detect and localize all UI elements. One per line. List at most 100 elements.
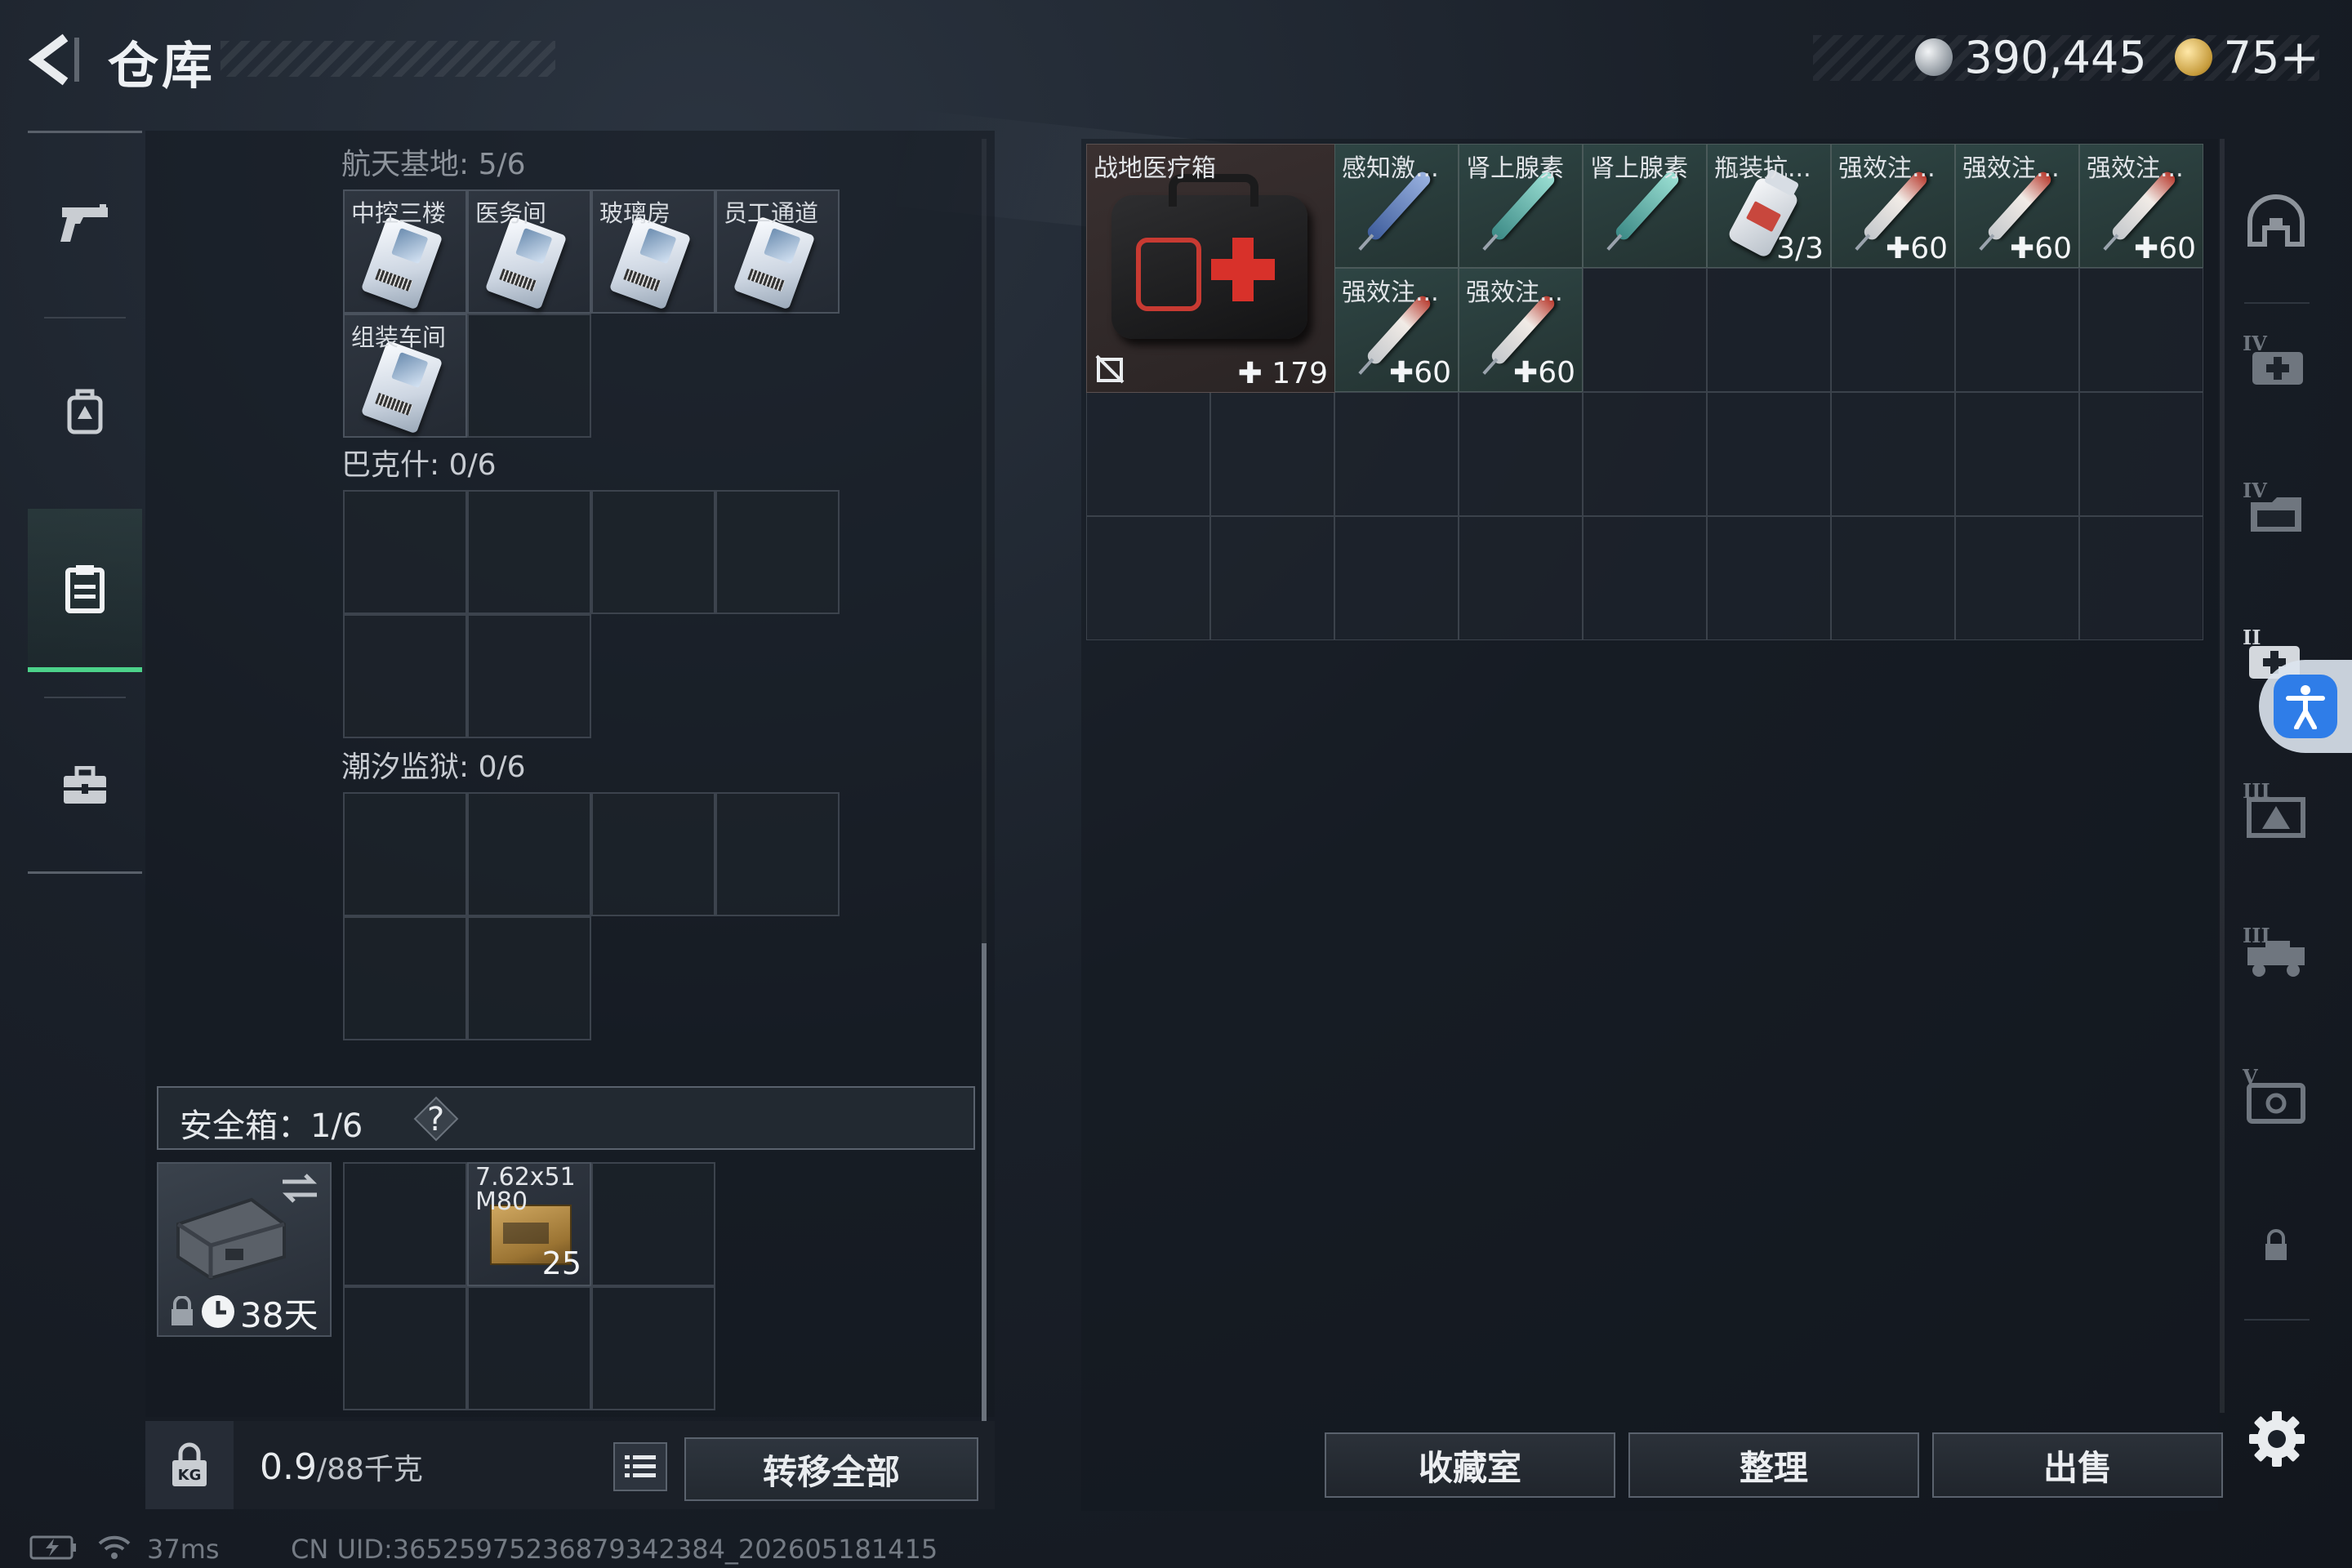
empty-slot[interactable] [1707, 516, 1831, 640]
item-durability-value: 60 [1910, 232, 1948, 265]
safe-box-help-button[interactable]: ? [412, 1094, 461, 1143]
empty-slot[interactable] [467, 916, 591, 1040]
category-medkit-4[interactable]: IV [2239, 323, 2313, 396]
empty-slot[interactable] [715, 490, 840, 614]
empty-slot[interactable] [2079, 392, 2203, 516]
transfer-all-button[interactable]: 转移全部 [684, 1437, 978, 1501]
empty-slot[interactable] [591, 1162, 715, 1286]
category-safe-5[interactable]: V [2239, 1058, 2313, 1131]
sell-button[interactable]: 出售 [1932, 1432, 2223, 1498]
back-arrow-icon [28, 33, 79, 86]
med-item[interactable]: 感知激... [1334, 144, 1459, 268]
item-durability: ✚60 [1513, 356, 1575, 390]
med-item[interactable]: 肾上腺素 [1583, 144, 1707, 268]
med-item[interactable]: 强效注... ✚60 [1955, 144, 2079, 268]
empty-slot[interactable] [1334, 516, 1459, 640]
empty-slot[interactable] [1831, 268, 1955, 392]
empty-slot[interactable] [2079, 516, 2203, 640]
category-folder-4[interactable]: IV [2239, 470, 2313, 543]
empty-slot[interactable] [1210, 392, 1334, 516]
keycard-cell[interactable]: 医务间 [467, 189, 591, 314]
empty-slot[interactable] [591, 792, 715, 916]
keycard-label: 组装车间 [351, 323, 447, 351]
left-nav [28, 131, 142, 874]
back-button[interactable] [24, 31, 82, 88]
empty-slot[interactable] [343, 490, 467, 614]
category-vehicle-3[interactable]: III [2239, 915, 2313, 988]
empty-slot[interactable] [467, 614, 591, 738]
nav-item-gear[interactable] [28, 329, 142, 492]
category-helmet[interactable] [2239, 184, 2313, 257]
empty-slot[interactable] [343, 1286, 467, 1410]
lock-icon [2265, 1229, 2287, 1260]
keycard-cell[interactable]: 玻璃房 [591, 189, 715, 314]
stash-scroll-thumb[interactable] [982, 943, 987, 1421]
svg-text:KG: KG [178, 1467, 202, 1484]
empty-slot[interactable] [467, 792, 591, 916]
empty-slot[interactable] [1459, 516, 1583, 640]
empty-slot[interactable] [1831, 392, 1955, 516]
settings-button[interactable] [2244, 1406, 2310, 1472]
keycard-cell[interactable]: 员工通道 [715, 189, 840, 314]
empty-slot[interactable] [1459, 392, 1583, 516]
empty-slot[interactable] [1086, 392, 1210, 516]
ammo-item[interactable]: 7.62x51 M80 25 [467, 1162, 591, 1286]
list-view-button[interactable] [613, 1442, 667, 1491]
med-item[interactable]: 强效注... ✚60 [1831, 144, 1955, 268]
organize-button[interactable]: 整理 [1628, 1432, 1919, 1498]
keycard-icon [484, 216, 568, 310]
page-title: 仓库 [108, 36, 216, 96]
clock-icon [202, 1295, 234, 1328]
category-divider [2244, 302, 2310, 304]
category-frame-3[interactable]: III [2239, 772, 2313, 845]
empty-slot[interactable] [715, 792, 840, 916]
field-medkit-item[interactable]: 战地医疗箱 ✚ 179 [1086, 144, 1335, 393]
empty-slot[interactable] [467, 314, 591, 438]
empty-slot[interactable] [343, 614, 467, 738]
empty-slot[interactable] [467, 1286, 591, 1410]
med-item[interactable]: 强效注... ✚60 [2079, 144, 2203, 268]
empty-slot[interactable] [343, 916, 467, 1040]
empty-slot[interactable] [343, 1162, 467, 1286]
keycard-cell[interactable]: 中控三楼 [343, 189, 467, 314]
gold-currency-plus[interactable]: + [2279, 29, 2319, 85]
safe-box-item[interactable]: 38天 [157, 1162, 332, 1337]
empty-slot[interactable] [343, 792, 467, 916]
gold-currency-value: 75 [2223, 31, 2280, 83]
empty-slot[interactable] [1086, 516, 1210, 640]
med-item[interactable]: 强效注... ✚60 [1459, 268, 1583, 392]
item-durability: ✚60 [2010, 232, 2072, 265]
vehicle-tier-3-icon: III [2243, 924, 2305, 977]
empty-slot[interactable] [1583, 392, 1707, 516]
empty-slot[interactable] [1955, 268, 2079, 392]
category-scrollbar[interactable] [2220, 139, 2225, 1413]
nav-item-weapons[interactable] [28, 141, 142, 305]
nav-item-supplies[interactable] [28, 509, 142, 672]
empty-slot[interactable] [1707, 268, 1831, 392]
accessibility-button[interactable] [2259, 660, 2352, 753]
empty-slot[interactable] [591, 1286, 715, 1410]
empty-slot[interactable] [2079, 268, 2203, 392]
ammo-count: 25 [541, 1245, 581, 1281]
med-item[interactable]: 瓶装抗... 3/3 [1707, 144, 1831, 268]
wifi-icon [98, 1535, 131, 1559]
empty-slot[interactable] [1955, 392, 2079, 516]
empty-slot[interactable] [467, 490, 591, 614]
keycard-cell[interactable]: 组装车间 [343, 314, 467, 438]
weight-bar: KG 0.9/88千克 转移全部 [145, 1421, 995, 1509]
empty-slot[interactable] [1583, 516, 1707, 640]
empty-slot[interactable] [1210, 516, 1334, 640]
empty-slot[interactable] [1583, 268, 1707, 392]
med-item[interactable]: 肾上腺素 [1459, 144, 1583, 268]
category-locked[interactable] [2239, 1209, 2313, 1282]
empty-slot[interactable] [1831, 516, 1955, 640]
nav-item-tools[interactable] [28, 705, 142, 868]
collection-room-button[interactable]: 收藏室 [1325, 1432, 1615, 1498]
keycard-icon [360, 340, 443, 434]
empty-slot[interactable] [1955, 516, 2079, 640]
med-item[interactable]: 强效注... ✚60 [1334, 268, 1459, 392]
empty-slot[interactable] [1334, 392, 1459, 516]
empty-slot[interactable] [1707, 392, 1831, 516]
item-durability-value: 60 [2034, 232, 2072, 265]
empty-slot[interactable] [591, 490, 715, 614]
